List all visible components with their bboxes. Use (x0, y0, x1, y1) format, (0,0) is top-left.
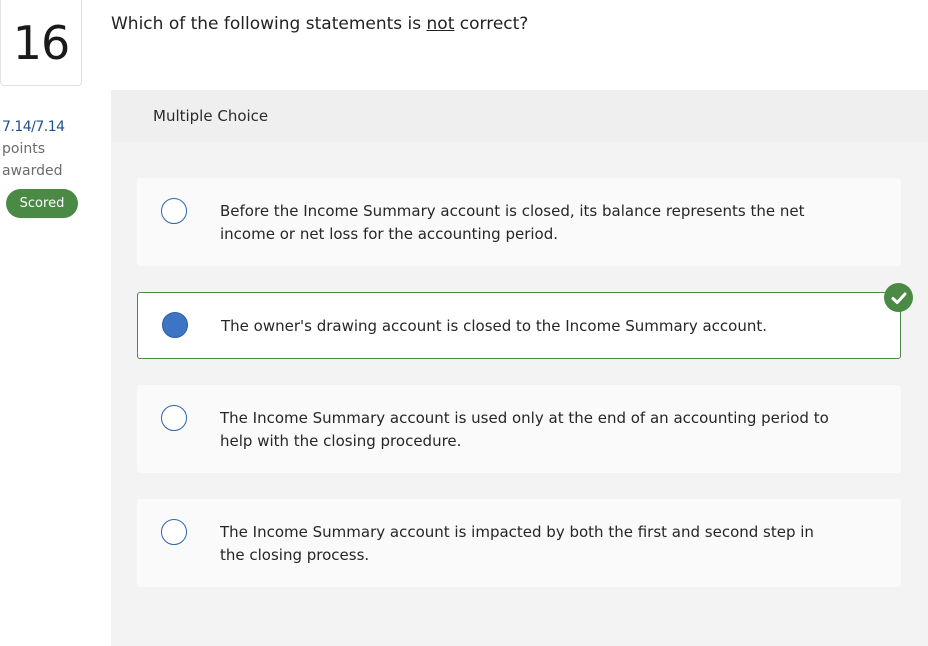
radio-button-selected[interactable] (162, 312, 188, 338)
answer-option-2[interactable]: The owner's drawing account is closed to… (137, 292, 901, 359)
check-circle-icon (884, 283, 913, 312)
question-prompt: Which of the following statements is not… (111, 14, 528, 34)
awarded-label: awarded (2, 163, 63, 179)
scored-badge: Scored (6, 189, 78, 218)
question-number: 16 (0, 0, 82, 86)
radio-button[interactable] (161, 519, 187, 545)
score-info: 7.14/7.14 points awarded (2, 116, 65, 182)
radio-button[interactable] (161, 198, 187, 224)
points-label: points (2, 141, 45, 157)
prompt-text-before: Which of the following statements is (111, 14, 427, 34)
prompt-text-after: correct? (454, 14, 529, 34)
answer-option-4[interactable]: The Income Summary account is impacted b… (137, 499, 901, 587)
points-value: 7.14/7.14 (2, 119, 65, 135)
question-type-label: Multiple Choice (111, 90, 928, 142)
answer-option-1[interactable]: Before the Income Summary account is clo… (137, 178, 901, 266)
answer-option-text: The owner's drawing account is closed to… (221, 317, 767, 335)
answer-option-text: The Income Summary account is impacted b… (220, 523, 814, 564)
answer-option-3[interactable]: The Income Summary account is used only … (137, 385, 901, 473)
answer-panel: Multiple Choice Before the Income Summar… (111, 90, 928, 646)
answer-option-text: Before the Income Summary account is clo… (220, 202, 805, 243)
answer-option-text: The Income Summary account is used only … (220, 409, 829, 450)
prompt-emphasis: not (426, 14, 455, 34)
radio-button[interactable] (161, 405, 187, 431)
